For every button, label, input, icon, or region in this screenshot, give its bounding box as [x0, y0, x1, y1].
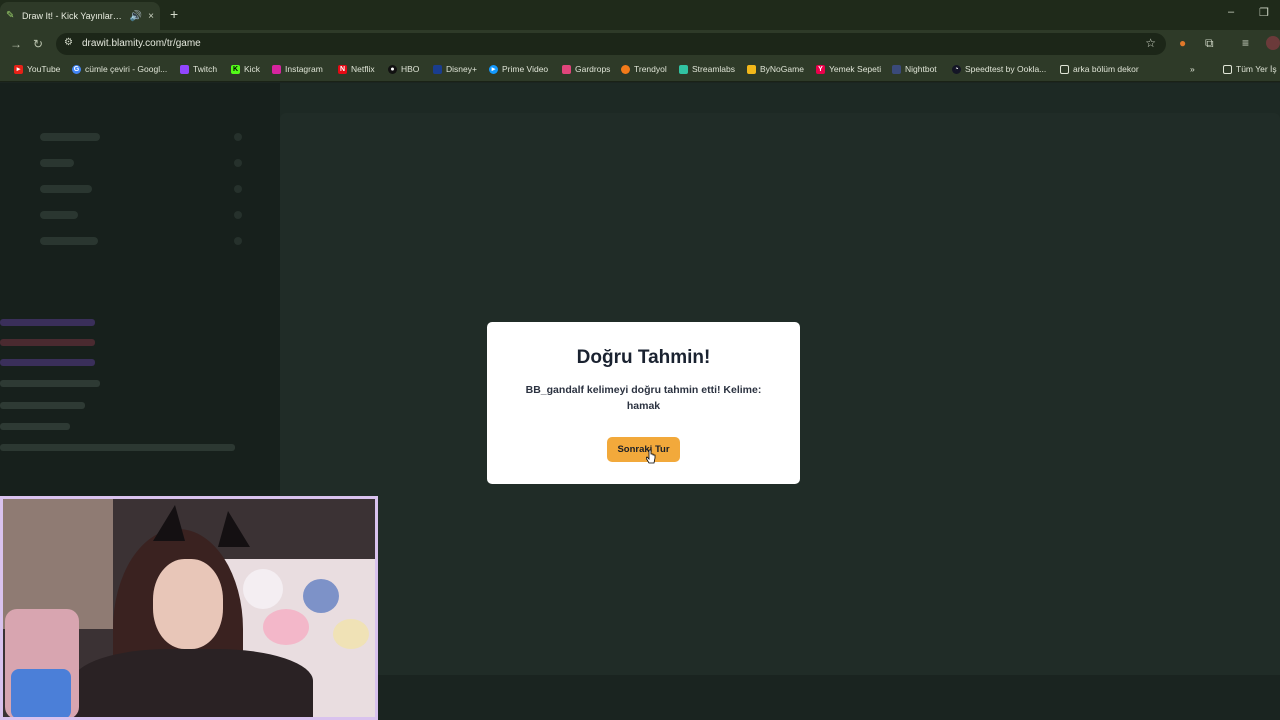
- youtube-icon: ▸: [14, 64, 23, 74]
- bookmark-youtube[interactable]: ▸ YouTube: [14, 64, 60, 74]
- disney-icon: [433, 64, 442, 74]
- next-round-button[interactable]: Sonraki Tur: [607, 437, 680, 462]
- blurred-score: [234, 133, 242, 141]
- bookmark-hbo[interactable]: ● HBO: [388, 64, 419, 74]
- browser-window: ✎ Draw It! - Kick Yayınları İçin 🔊 × + –…: [0, 0, 1280, 720]
- bottom-bar: [376, 675, 1280, 720]
- bookmark-gardrops[interactable]: Gardrops: [562, 64, 610, 74]
- folder-icon: [1060, 64, 1069, 74]
- prime-video-icon: ▸: [489, 64, 498, 74]
- blurred-score: [234, 185, 242, 193]
- instagram-icon: [272, 64, 281, 74]
- plush-toy: [333, 619, 369, 649]
- forward-arrow-icon[interactable]: →: [10, 37, 22, 51]
- bookmark-twitch[interactable]: Twitch: [180, 64, 217, 74]
- webcam-overlay: [0, 496, 378, 720]
- address-bar[interactable]: ⚙ drawit.blamity.com/tr/game ☆: [56, 33, 1166, 55]
- streamer-body: [73, 649, 313, 717]
- cat-ear-left: [153, 505, 185, 541]
- blurred-chat-line: [0, 319, 95, 326]
- bookmark-instagram[interactable]: Instagram: [272, 64, 323, 74]
- blurred-chat-line: [0, 339, 95, 346]
- tab-close-icon[interactable]: ×: [148, 11, 154, 22]
- bynogame-icon: [747, 64, 756, 74]
- blurred-chat-line: [0, 380, 100, 387]
- browser-toolbar: → ↻ ⚙ drawit.blamity.com/tr/game ☆ ● ⧉ ≡: [0, 30, 1280, 58]
- bookmarks-bar: ▸ YouTube Gcümle çeviri - Googl... Twitch…: [0, 58, 1280, 82]
- modal-message: BB_gandalf kelimeyi doğru tahmin etti! K…: [525, 384, 762, 412]
- yemek-sepeti-icon: Y: [816, 64, 825, 74]
- correct-guess-modal: Doğru Tahmin! BB_gandalf kelimeyi doğru …: [487, 322, 800, 484]
- bottle-led-glow: [11, 669, 71, 717]
- tab-strip: ✎ Draw It! - Kick Yayınları İçin 🔊 × + –…: [0, 0, 1280, 30]
- folder-icon: [1223, 64, 1232, 74]
- cat-ear-right: [218, 511, 250, 547]
- extensions-puzzle-icon[interactable]: ⧉: [1205, 36, 1214, 51]
- bookmark-nightbot[interactable]: Nightbot: [892, 64, 937, 74]
- blurred-chat-line: [0, 402, 85, 409]
- bookmark-bynogame[interactable]: ByNoGame: [747, 64, 804, 74]
- speedtest-icon: ◔: [952, 64, 961, 74]
- minimize-button[interactable]: –: [1228, 6, 1234, 18]
- bookmark-disney[interactable]: Disney+: [433, 64, 477, 74]
- blurred-score: [234, 211, 242, 219]
- google-icon: G: [72, 64, 81, 74]
- hand-cursor-icon: [646, 449, 656, 464]
- blurred-score: [234, 237, 242, 245]
- bookmark-google-translate[interactable]: Gcümle çeviri - Googl...: [72, 64, 167, 74]
- tab-title: Draw It! - Kick Yayınları İçin: [22, 11, 124, 21]
- netflix-icon: N: [338, 64, 347, 74]
- blurred-chat-line: [0, 423, 70, 430]
- hbo-icon: ●: [388, 64, 397, 74]
- bookmark-kick[interactable]: K Kick: [231, 64, 260, 74]
- reload-icon[interactable]: ↻: [33, 37, 43, 51]
- bookmarks-overflow-button[interactable]: »: [1190, 64, 1195, 74]
- plush-toy: [303, 579, 339, 613]
- trendyol-icon: [621, 64, 630, 74]
- url-text: drawit.blamity.com/tr/game: [82, 38, 201, 49]
- new-tab-button[interactable]: +: [170, 6, 178, 22]
- profile-avatar[interactable]: [1266, 36, 1280, 50]
- pencil-favicon-icon: ✎: [6, 10, 15, 21]
- blurred-chat-line: [0, 359, 95, 366]
- bookmark-speedtest[interactable]: ◔ Speedtest by Ookla...: [952, 64, 1046, 74]
- nightbot-icon: [892, 64, 901, 74]
- streamlabs-icon: [679, 64, 688, 74]
- blurred-player-row: [40, 133, 100, 141]
- bookmark-trendyol[interactable]: Trendyol: [621, 64, 667, 74]
- restore-button[interactable]: ❐: [1259, 6, 1269, 19]
- bookmark-folder-arka-bolum-dekor[interactable]: arka bölüm dekor: [1060, 64, 1139, 74]
- all-bookmarks-folder[interactable]: Tüm Yer İş: [1223, 64, 1277, 74]
- tab-draw-it[interactable]: ✎ Draw It! - Kick Yayınları İçin 🔊 ×: [0, 2, 160, 30]
- blurred-player-row: [40, 159, 74, 167]
- bookmark-yemek-sepeti[interactable]: Y Yemek Sepeti: [816, 64, 881, 74]
- blurred-chat-line: [0, 444, 235, 451]
- blurred-player-row: [40, 237, 98, 245]
- modal-title: Doğru Tahmin!: [576, 347, 711, 368]
- speaker-icon[interactable]: 🔊: [130, 11, 142, 22]
- bookmark-prime-video[interactable]: ▸ Prime Video: [489, 64, 548, 74]
- bookmark-star-icon[interactable]: ☆: [1145, 36, 1156, 50]
- media-control-icon[interactable]: ≡: [1242, 36, 1249, 50]
- blurred-player-row: [40, 185, 92, 193]
- blurred-player-row: [40, 211, 78, 219]
- twitch-icon: [180, 64, 189, 74]
- plush-toy: [243, 569, 283, 609]
- bookmark-streamlabs[interactable]: Streamlabs: [679, 64, 735, 74]
- bookmark-netflix[interactable]: N Netflix: [338, 64, 375, 74]
- gardrops-icon: [562, 64, 571, 74]
- plush-toy: [263, 609, 309, 645]
- kick-icon: K: [231, 64, 240, 74]
- extension-orange-icon[interactable]: ●: [1179, 36, 1186, 50]
- site-settings-icon[interactable]: ⚙: [64, 37, 73, 48]
- blurred-score: [234, 159, 242, 167]
- streamer-face: [153, 559, 223, 649]
